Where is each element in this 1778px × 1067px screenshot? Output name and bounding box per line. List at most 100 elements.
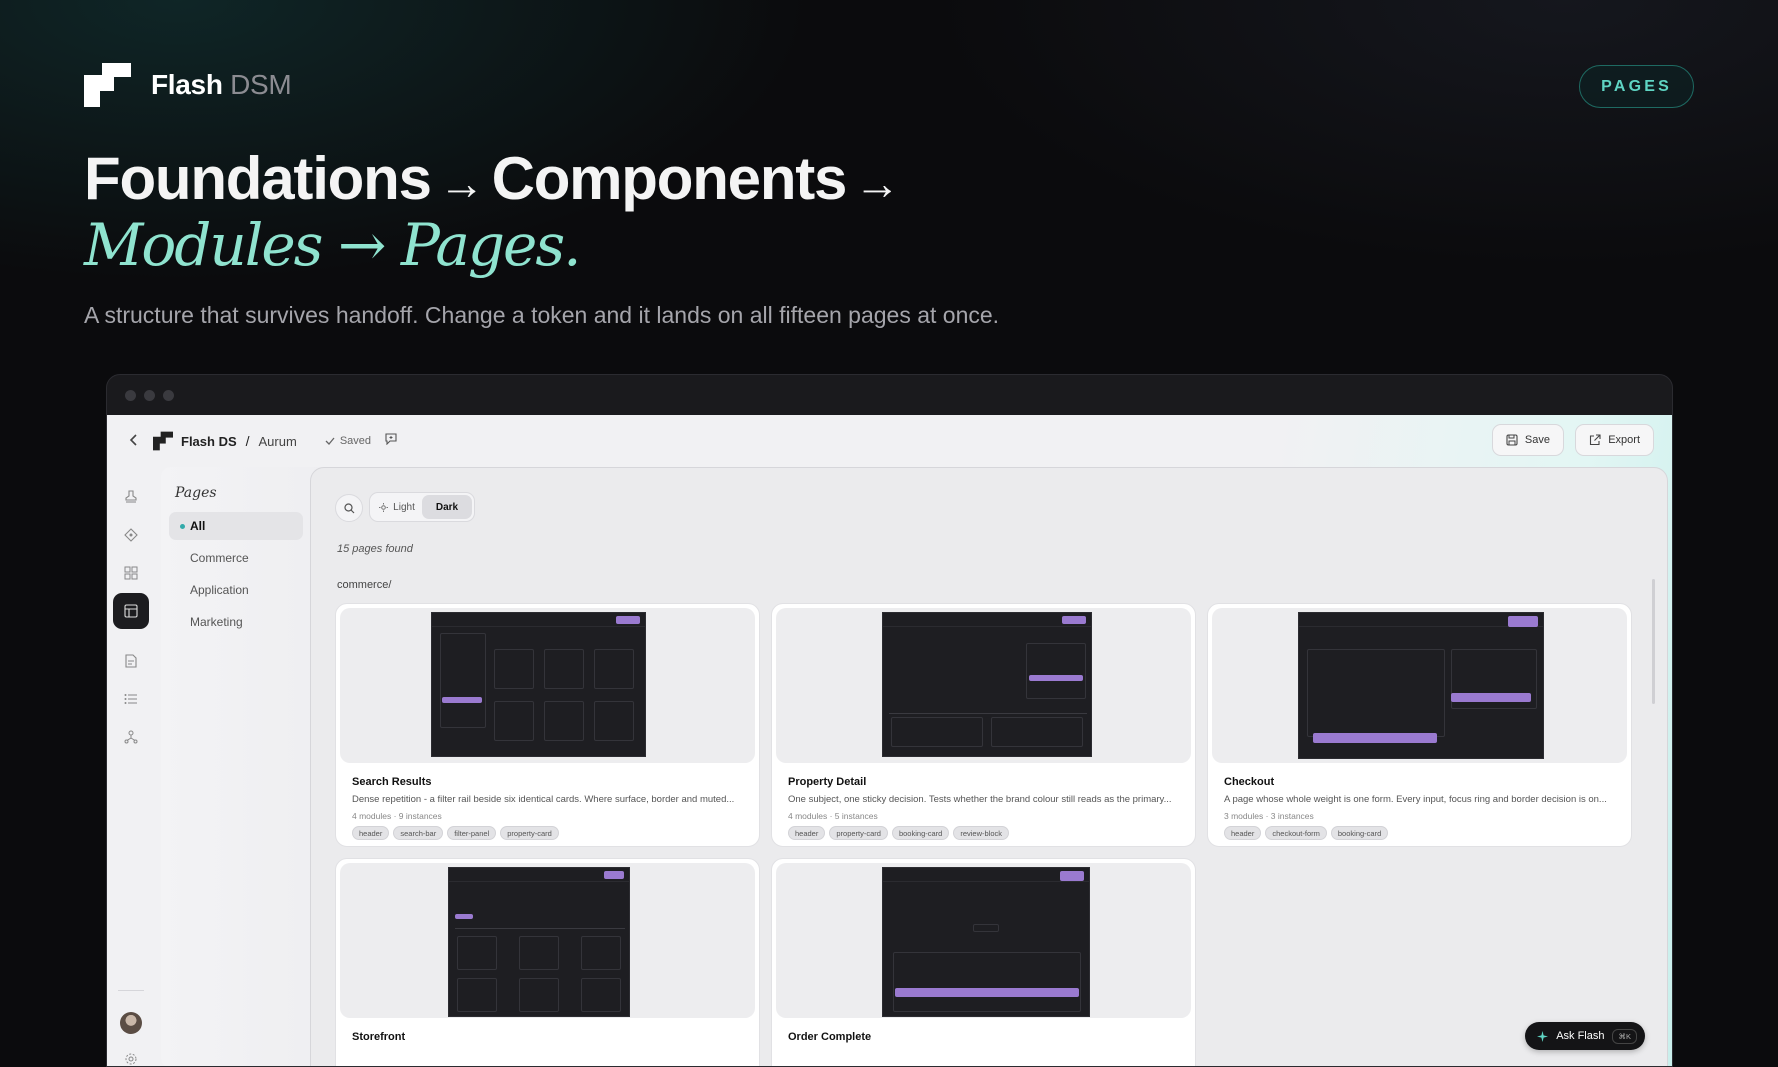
sidebar-item-label: Commerce — [190, 551, 249, 565]
hero-lead: A structure that survives handoff. Chang… — [84, 302, 1000, 328]
save-icon — [1506, 434, 1518, 446]
tag[interactable]: review-block — [953, 826, 1010, 840]
diamond-icon[interactable] — [113, 517, 149, 553]
external-link-icon — [1590, 434, 1601, 446]
page-card-storefront[interactable]: Storefront — [335, 858, 760, 1066]
icon-rail — [107, 467, 155, 1066]
breadcrumb-project[interactable]: Aurum — [259, 434, 297, 449]
chevron-left-icon[interactable] — [129, 433, 139, 450]
page-thumbnail — [340, 863, 755, 1018]
page-thumbnail — [776, 863, 1191, 1018]
tag[interactable]: filter-panel — [447, 826, 497, 840]
app-window: Flash DS / Aurum Saved Save Export Pages… — [106, 374, 1673, 1067]
page-card-description: One subject, one sticky decision. Tests … — [788, 794, 1172, 805]
thumbnail-mock — [448, 867, 630, 1017]
thumbnail-mock — [882, 612, 1092, 757]
theme-dark-option[interactable]: Dark — [422, 495, 472, 519]
breadcrumb-separator: / — [245, 433, 250, 449]
window-dot — [163, 389, 174, 401]
stamp-icon[interactable] — [113, 479, 149, 515]
thumbnail-mock — [882, 867, 1090, 1017]
export-button[interactable]: Export — [1575, 424, 1654, 456]
thumbnail-mock — [431, 612, 646, 757]
theme-light-option[interactable]: Light — [372, 495, 422, 519]
pages-panel-title: Pages — [175, 485, 217, 501]
layout-icon[interactable] — [113, 593, 149, 629]
page-card-title: Search Results — [352, 776, 432, 788]
ask-flash-button[interactable]: Ask Flash ⌘K — [1525, 1022, 1645, 1050]
tag-list: header property-card booking-card review… — [788, 826, 1010, 840]
user-avatar — [120, 1012, 142, 1034]
avatar[interactable] — [113, 1005, 149, 1041]
tag[interactable]: header — [788, 826, 826, 840]
rail-divider — [118, 990, 144, 991]
flash-ds-logo-icon — [153, 431, 173, 451]
page-card-description: A page whose whole weight is one form. E… — [1224, 794, 1607, 805]
app-topbar: Flash DS / Aurum Saved Save Export — [107, 415, 1672, 467]
sidebar-item-commerce[interactable]: Commerce — [169, 544, 303, 572]
settings-gear-icon[interactable] — [113, 1041, 149, 1066]
pages-content: Light Dark 15 pages found commerce/ Sear… — [310, 467, 1668, 1066]
page-card-meta: 3 modules · 3 instances — [1224, 811, 1314, 821]
tag[interactable]: property-card — [829, 826, 888, 840]
page-card-title: Storefront — [352, 1031, 406, 1043]
list-icon[interactable] — [113, 681, 149, 717]
window-titlebar — [107, 375, 1672, 415]
tag[interactable]: booking-card — [1330, 826, 1389, 840]
group-label: commerce/ — [337, 579, 392, 591]
tag[interactable]: checkout-form — [1265, 826, 1327, 840]
sidebar-item-application[interactable]: Application — [169, 576, 303, 604]
ask-flash-label: Ask Flash — [1556, 1030, 1605, 1042]
content-scrollbar[interactable] — [1652, 579, 1655, 704]
theme-toggle[interactable]: Light Dark — [369, 492, 475, 522]
thumbnail-mock — [1298, 612, 1544, 759]
tag[interactable]: header — [1224, 826, 1262, 840]
tag[interactable]: property-card — [500, 826, 559, 840]
search-icon[interactable] — [335, 494, 363, 522]
saved-status: Saved — [325, 435, 371, 447]
page-card-property-detail[interactable]: Property Detail One subject, one sticky … — [771, 603, 1196, 847]
sidebar-item-label: All — [190, 519, 206, 533]
page-thumbnail — [1212, 608, 1627, 763]
tag-list: header checkout-form booking-card — [1224, 826, 1389, 840]
pages-badge: PAGES — [1579, 65, 1694, 108]
window-dot — [125, 389, 136, 401]
check-icon — [325, 437, 335, 445]
theme-dark-label: Dark — [435, 501, 459, 513]
page-thumbnail — [340, 608, 755, 763]
sidebar-item-label: Marketing — [190, 615, 243, 629]
page-card-title: Property Detail — [788, 776, 867, 788]
tag[interactable]: search-bar — [393, 826, 444, 840]
app-surface: Flash DS / Aurum Saved Save Export Pages… — [107, 415, 1672, 1066]
page-card-search-results[interactable]: Search Results Dense repetition - a filt… — [335, 603, 760, 847]
save-button[interactable]: Save — [1491, 424, 1564, 456]
page-card-description: Dense repetition - a filter rail beside … — [352, 794, 735, 805]
network-icon[interactable] — [113, 719, 149, 755]
sidebar-item-all[interactable]: All — [169, 512, 303, 540]
sun-icon — [379, 502, 389, 512]
sidebar-item-marketing[interactable]: Marketing — [169, 608, 303, 636]
page-card-checkout[interactable]: Checkout A page whose whole weight is on… — [1207, 603, 1632, 847]
tag[interactable]: header — [352, 826, 390, 840]
brand-logo[interactable]: Flash DSM — [84, 63, 292, 107]
hero-title-italic: Modules → Pages. — [84, 211, 582, 279]
theme-light-label: Light — [393, 501, 415, 513]
shortcut-hint: ⌘K — [1612, 1028, 1637, 1044]
comment-icon[interactable] — [385, 432, 397, 450]
brand-name: Flash DSM — [151, 69, 292, 100]
breadcrumb-design-system[interactable]: Flash DS — [181, 434, 237, 449]
hero-title: Foundations → Components → — [84, 145, 900, 212]
saved-label: Saved — [339, 435, 372, 447]
document-icon[interactable] — [113, 643, 149, 679]
page-card-title: Order Complete — [788, 1031, 872, 1043]
tag-list: header search-bar filter-panel property-… — [352, 826, 559, 840]
results-count: 15 pages found — [337, 543, 413, 555]
sparkle-icon — [1537, 1030, 1549, 1042]
page-card-meta: 4 modules · 9 instances — [352, 811, 442, 821]
grid-icon[interactable] — [113, 555, 149, 591]
page-card-title: Checkout — [1224, 776, 1275, 788]
tag[interactable]: booking-card — [891, 826, 950, 840]
active-dot — [180, 524, 185, 529]
page-card-meta: 4 modules · 5 instances — [788, 811, 878, 821]
page-card-order-complete[interactable]: Order Complete — [771, 858, 1196, 1066]
